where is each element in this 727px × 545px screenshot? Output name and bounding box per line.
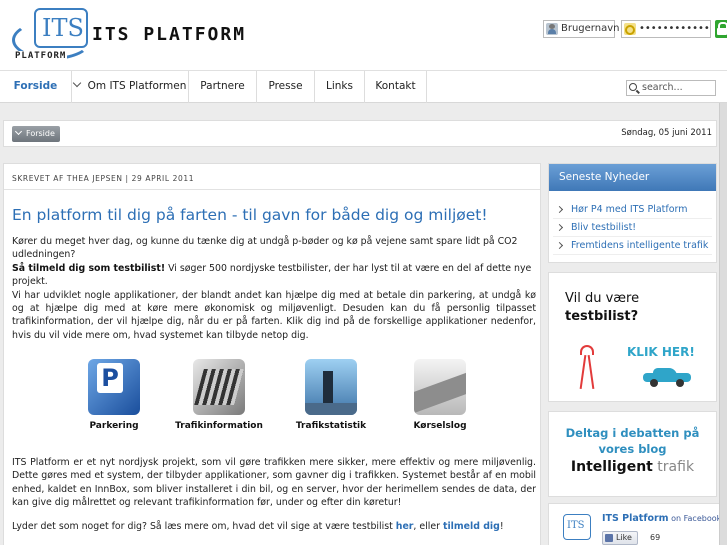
facebook-page-link[interactable]: ITS Platform on Facebook <box>602 513 721 524</box>
cta-text: ! <box>499 521 504 532</box>
nav-item-partnere[interactable]: Partnere <box>189 71 257 103</box>
app-trafikstatistik[interactable]: Trafikstatistik <box>281 359 381 431</box>
banner-line: Deltag i debatten på <box>565 426 700 440</box>
site-title: ITS PLATFORM <box>92 24 247 45</box>
news-item[interactable]: Bliv testbilist! <box>553 219 712 237</box>
scrollbar[interactable] <box>719 103 727 545</box>
cta-text: , eller <box>413 521 443 532</box>
radio-tower-icon <box>577 345 597 389</box>
current-date: Søndag, 05 juni 2011 <box>621 128 712 138</box>
app-label: Kørselslog <box>413 421 467 431</box>
article: SKREVET AF THEA JEPSEN | 29 APRIL 2011 E… <box>3 163 541 545</box>
facebook-page-name: ITS Platform <box>602 513 669 524</box>
testbilist-banner[interactable]: Vil du være testbilist? KLIK HER! <box>548 272 717 402</box>
blog-brand: Intelligent trafik <box>549 459 716 475</box>
banner-line: vores blog <box>598 442 667 456</box>
breadcrumb-label: Forside <box>26 129 55 138</box>
traffic-info-icon <box>193 359 245 415</box>
news-list: Hør P4 med ITS Platform Bliv testbilist!… <box>549 191 716 255</box>
facebook-page-logo[interactable]: ITS <box>563 514 591 540</box>
nav-item-kontakt[interactable]: Kontakt <box>365 71 427 103</box>
article-cta: Lyder det som noget for dig? Så læs mere… <box>12 520 536 533</box>
nav-item-label: Links <box>326 80 353 92</box>
blog-brand-bold: Intelligent <box>570 459 653 475</box>
search-placeholder: search... <box>642 82 683 93</box>
like-button[interactable]: Like <box>602 531 638 545</box>
nav-item-label: Kontakt <box>375 80 416 92</box>
nav-item-label: Presse <box>268 80 303 92</box>
app-korselslog[interactable]: Kørselslog <box>390 359 490 431</box>
thumbs-up-icon <box>605 534 613 542</box>
article-body: Kører du meget hver dag, og kunne du tæn… <box>12 235 536 342</box>
article-headline[interactable]: En platform til dig på farten - til gavn… <box>12 206 488 224</box>
app-trafikinformation[interactable]: Trafikinformation <box>169 359 269 431</box>
login-form: Brugernavn •••••••••••• <box>543 20 727 38</box>
app-label: Parkering <box>89 421 139 431</box>
banner-line: Vil du være <box>565 291 640 306</box>
app-parking[interactable]: Parkering <box>64 359 164 431</box>
app-label: Trafikinformation <box>175 421 263 431</box>
like-label: Like <box>616 533 632 542</box>
parking-icon <box>88 359 140 415</box>
site-header: ITS PLATFORM ITS PLATFORM Brugernavn •••… <box>0 0 727 70</box>
article-emphasis: Så tilmeld dig som testbilist! <box>12 262 166 274</box>
chevron-down-icon <box>14 127 23 136</box>
username-placeholder: Brugernavn <box>561 23 620 34</box>
nav-item-label: Forside <box>13 80 58 92</box>
nav-item-links[interactable]: Links <box>315 71 365 103</box>
divider <box>4 189 540 190</box>
article-paragraph: Så tilmeld dig som testbilist! Vi søger … <box>12 262 536 289</box>
user-icon <box>546 23 558 35</box>
read-more-link[interactable]: her <box>396 521 414 532</box>
nav-item-forside[interactable]: Forside <box>0 71 72 103</box>
car-icon <box>643 368 691 387</box>
news-item[interactable]: Hør P4 med ITS Platform <box>553 201 712 219</box>
password-field[interactable]: •••••••••••• <box>621 20 711 38</box>
banner-cta: KLIK HER! <box>627 345 695 359</box>
article-paragraph: Vi har udviklet nogle applikationer, der… <box>12 289 536 341</box>
logo-subtext: PLATFORM <box>14 51 68 61</box>
login-button[interactable] <box>715 20 727 38</box>
like-count: 69 <box>650 533 661 542</box>
nav-item-label: Om ITS Platformen <box>87 80 187 92</box>
breadcrumb-bar: Forside Søndag, 05 juni 2011 <box>3 120 717 147</box>
article-paragraph: Kører du meget hver dag, og kunne du tæn… <box>12 236 518 261</box>
app-grid: Parkering Trafikinformation Trafikstatis… <box>64 359 484 439</box>
chevron-down-icon <box>72 78 81 88</box>
facebook-widget: ITS ITS Platform on Facebook Like 69 <box>548 503 727 545</box>
signup-link[interactable]: tilmeld dig <box>443 521 500 532</box>
traffic-stats-icon <box>305 359 357 415</box>
search-input[interactable]: search... <box>626 80 716 96</box>
article-paragraph: ITS Platform er et nyt nordjysk projekt,… <box>12 457 536 509</box>
password-value: •••••••••••• <box>639 23 710 34</box>
article-byline: SKREVET AF THEA JEPSEN | 29 APRIL 2011 <box>12 174 195 183</box>
nav-item-presse[interactable]: Presse <box>257 71 315 103</box>
search-icon <box>629 83 637 91</box>
blog-brand-light: trafik <box>652 459 695 475</box>
nav-item-label: Partnere <box>200 80 245 92</box>
site-logo[interactable]: ITS PLATFORM <box>12 6 94 66</box>
breadcrumb[interactable]: Forside <box>12 126 60 142</box>
main-nav: Forside Om ITS Platformen Partnere Press… <box>0 70 727 103</box>
facebook-on-text: on Facebook <box>668 514 722 523</box>
key-icon <box>624 23 636 35</box>
driving-log-icon <box>414 359 466 415</box>
username-field[interactable]: Brugernavn <box>543 20 619 38</box>
news-panel-title: Seneste Nyheder <box>549 164 716 191</box>
app-label: Trafikstatistik <box>295 421 367 431</box>
blog-banner[interactable]: Deltag i debatten på vores blog Intellig… <box>548 411 717 497</box>
news-panel: Seneste Nyheder Hør P4 med ITS Platform … <box>548 163 717 263</box>
nav-item-om-its[interactable]: Om ITS Platformen <box>72 71 189 103</box>
banner-line: testbilist? <box>565 309 639 324</box>
news-item[interactable]: Fremtidens intelligente trafik <box>553 237 712 255</box>
cta-text: Lyder det som noget for dig? Så læs mere… <box>12 521 396 532</box>
logo-mark: ITS <box>34 8 88 48</box>
